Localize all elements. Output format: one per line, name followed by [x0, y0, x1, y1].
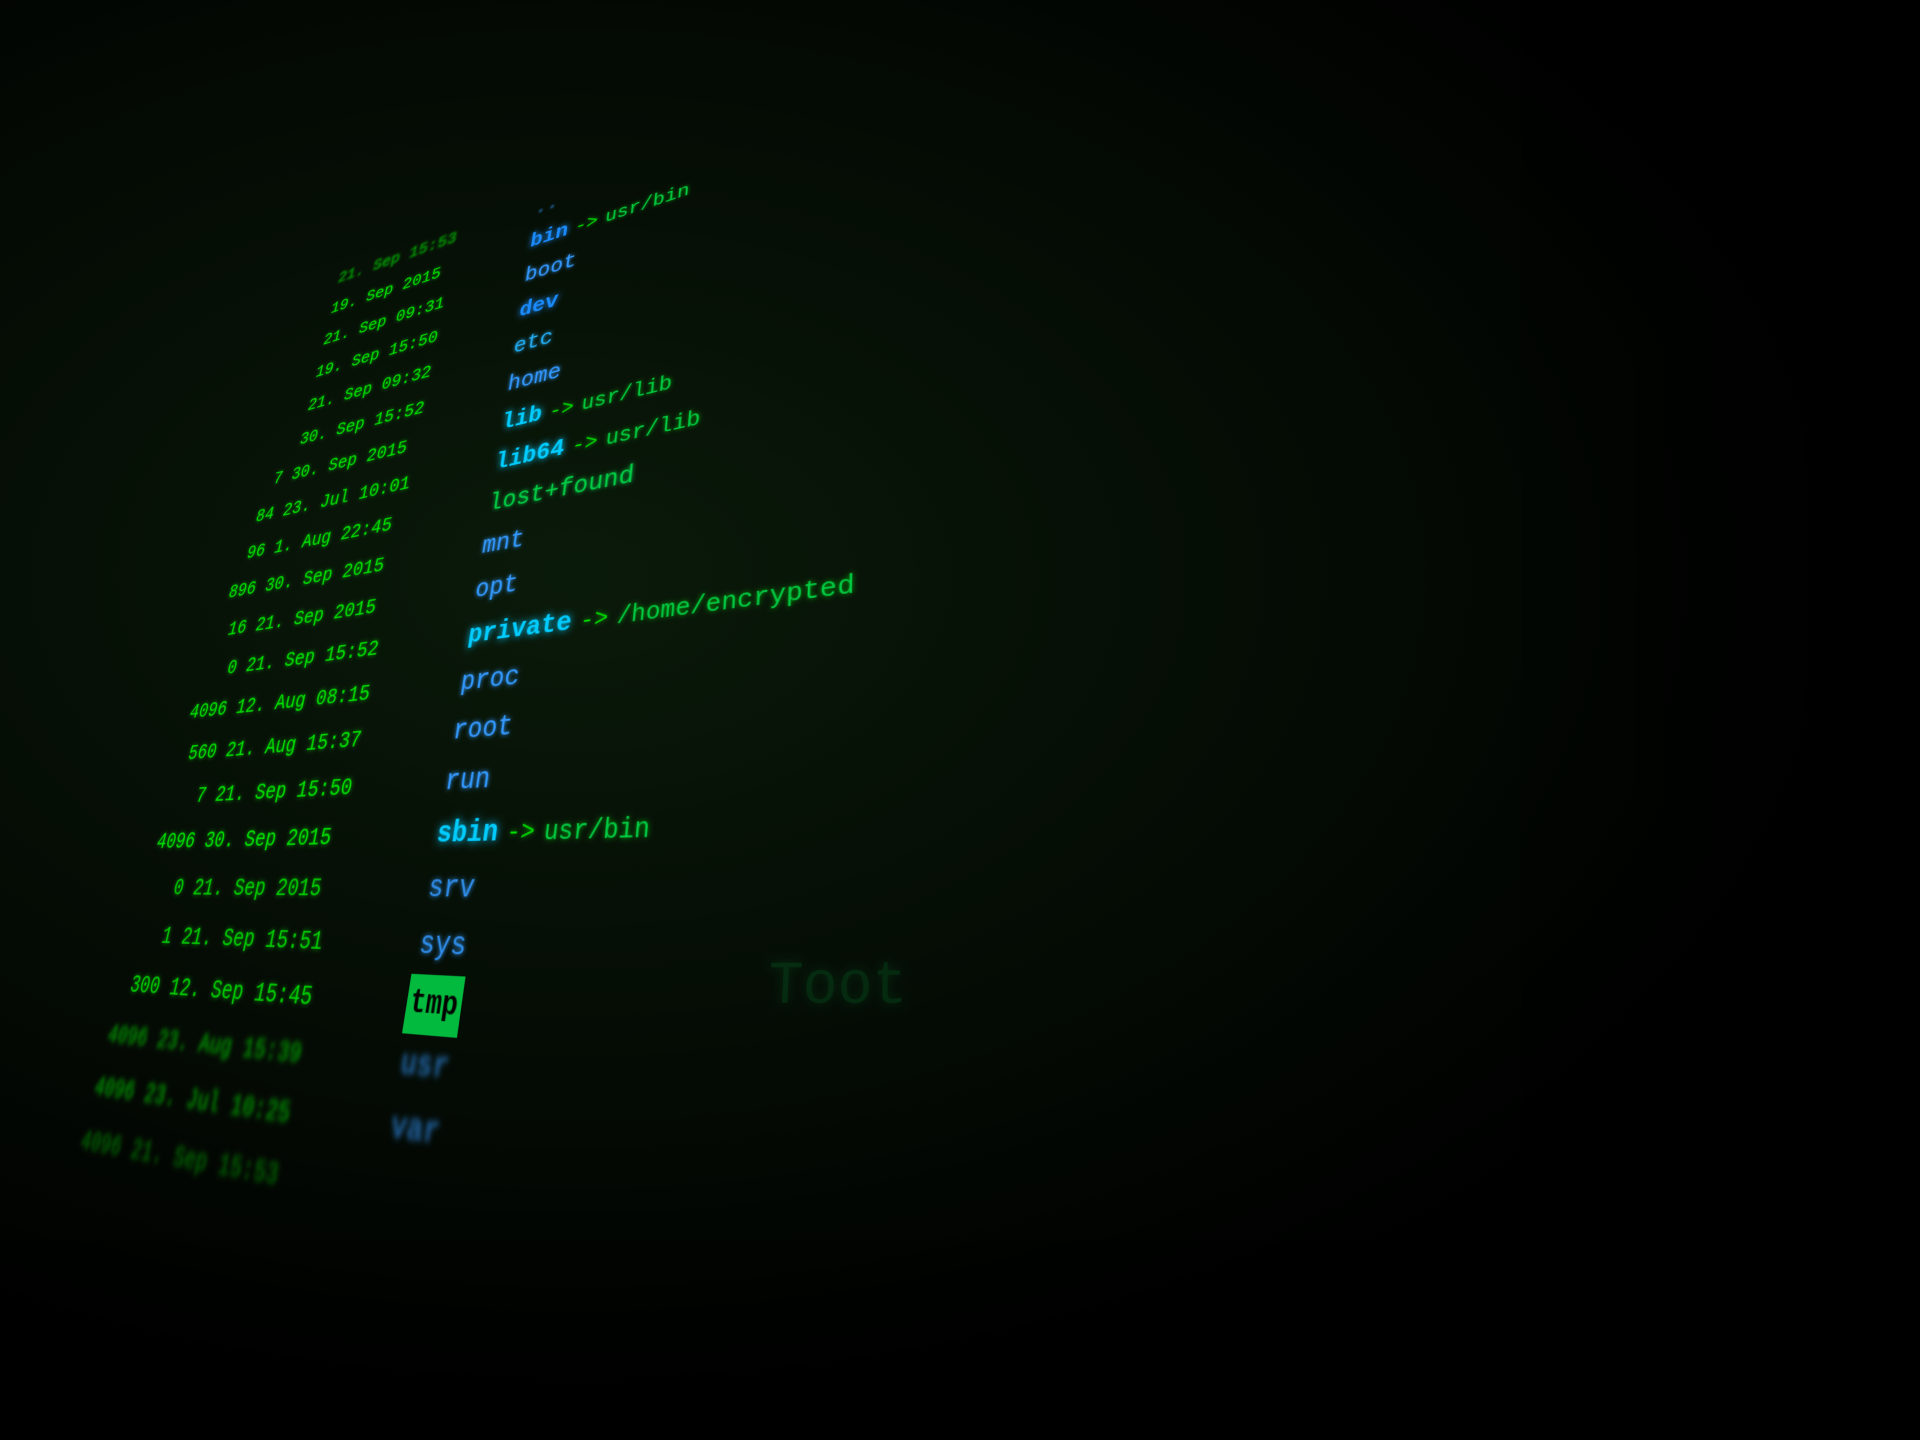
terminal-screen: 21. Sep 15:53 .. 19. Sep 2015 bin -> usr… [0, 0, 1920, 1440]
terminal-output: 21. Sep 15:53 .. 19. Sep 2015 bin -> usr… [0, 0, 1920, 1440]
toot-label: Toot [766, 954, 907, 1022]
